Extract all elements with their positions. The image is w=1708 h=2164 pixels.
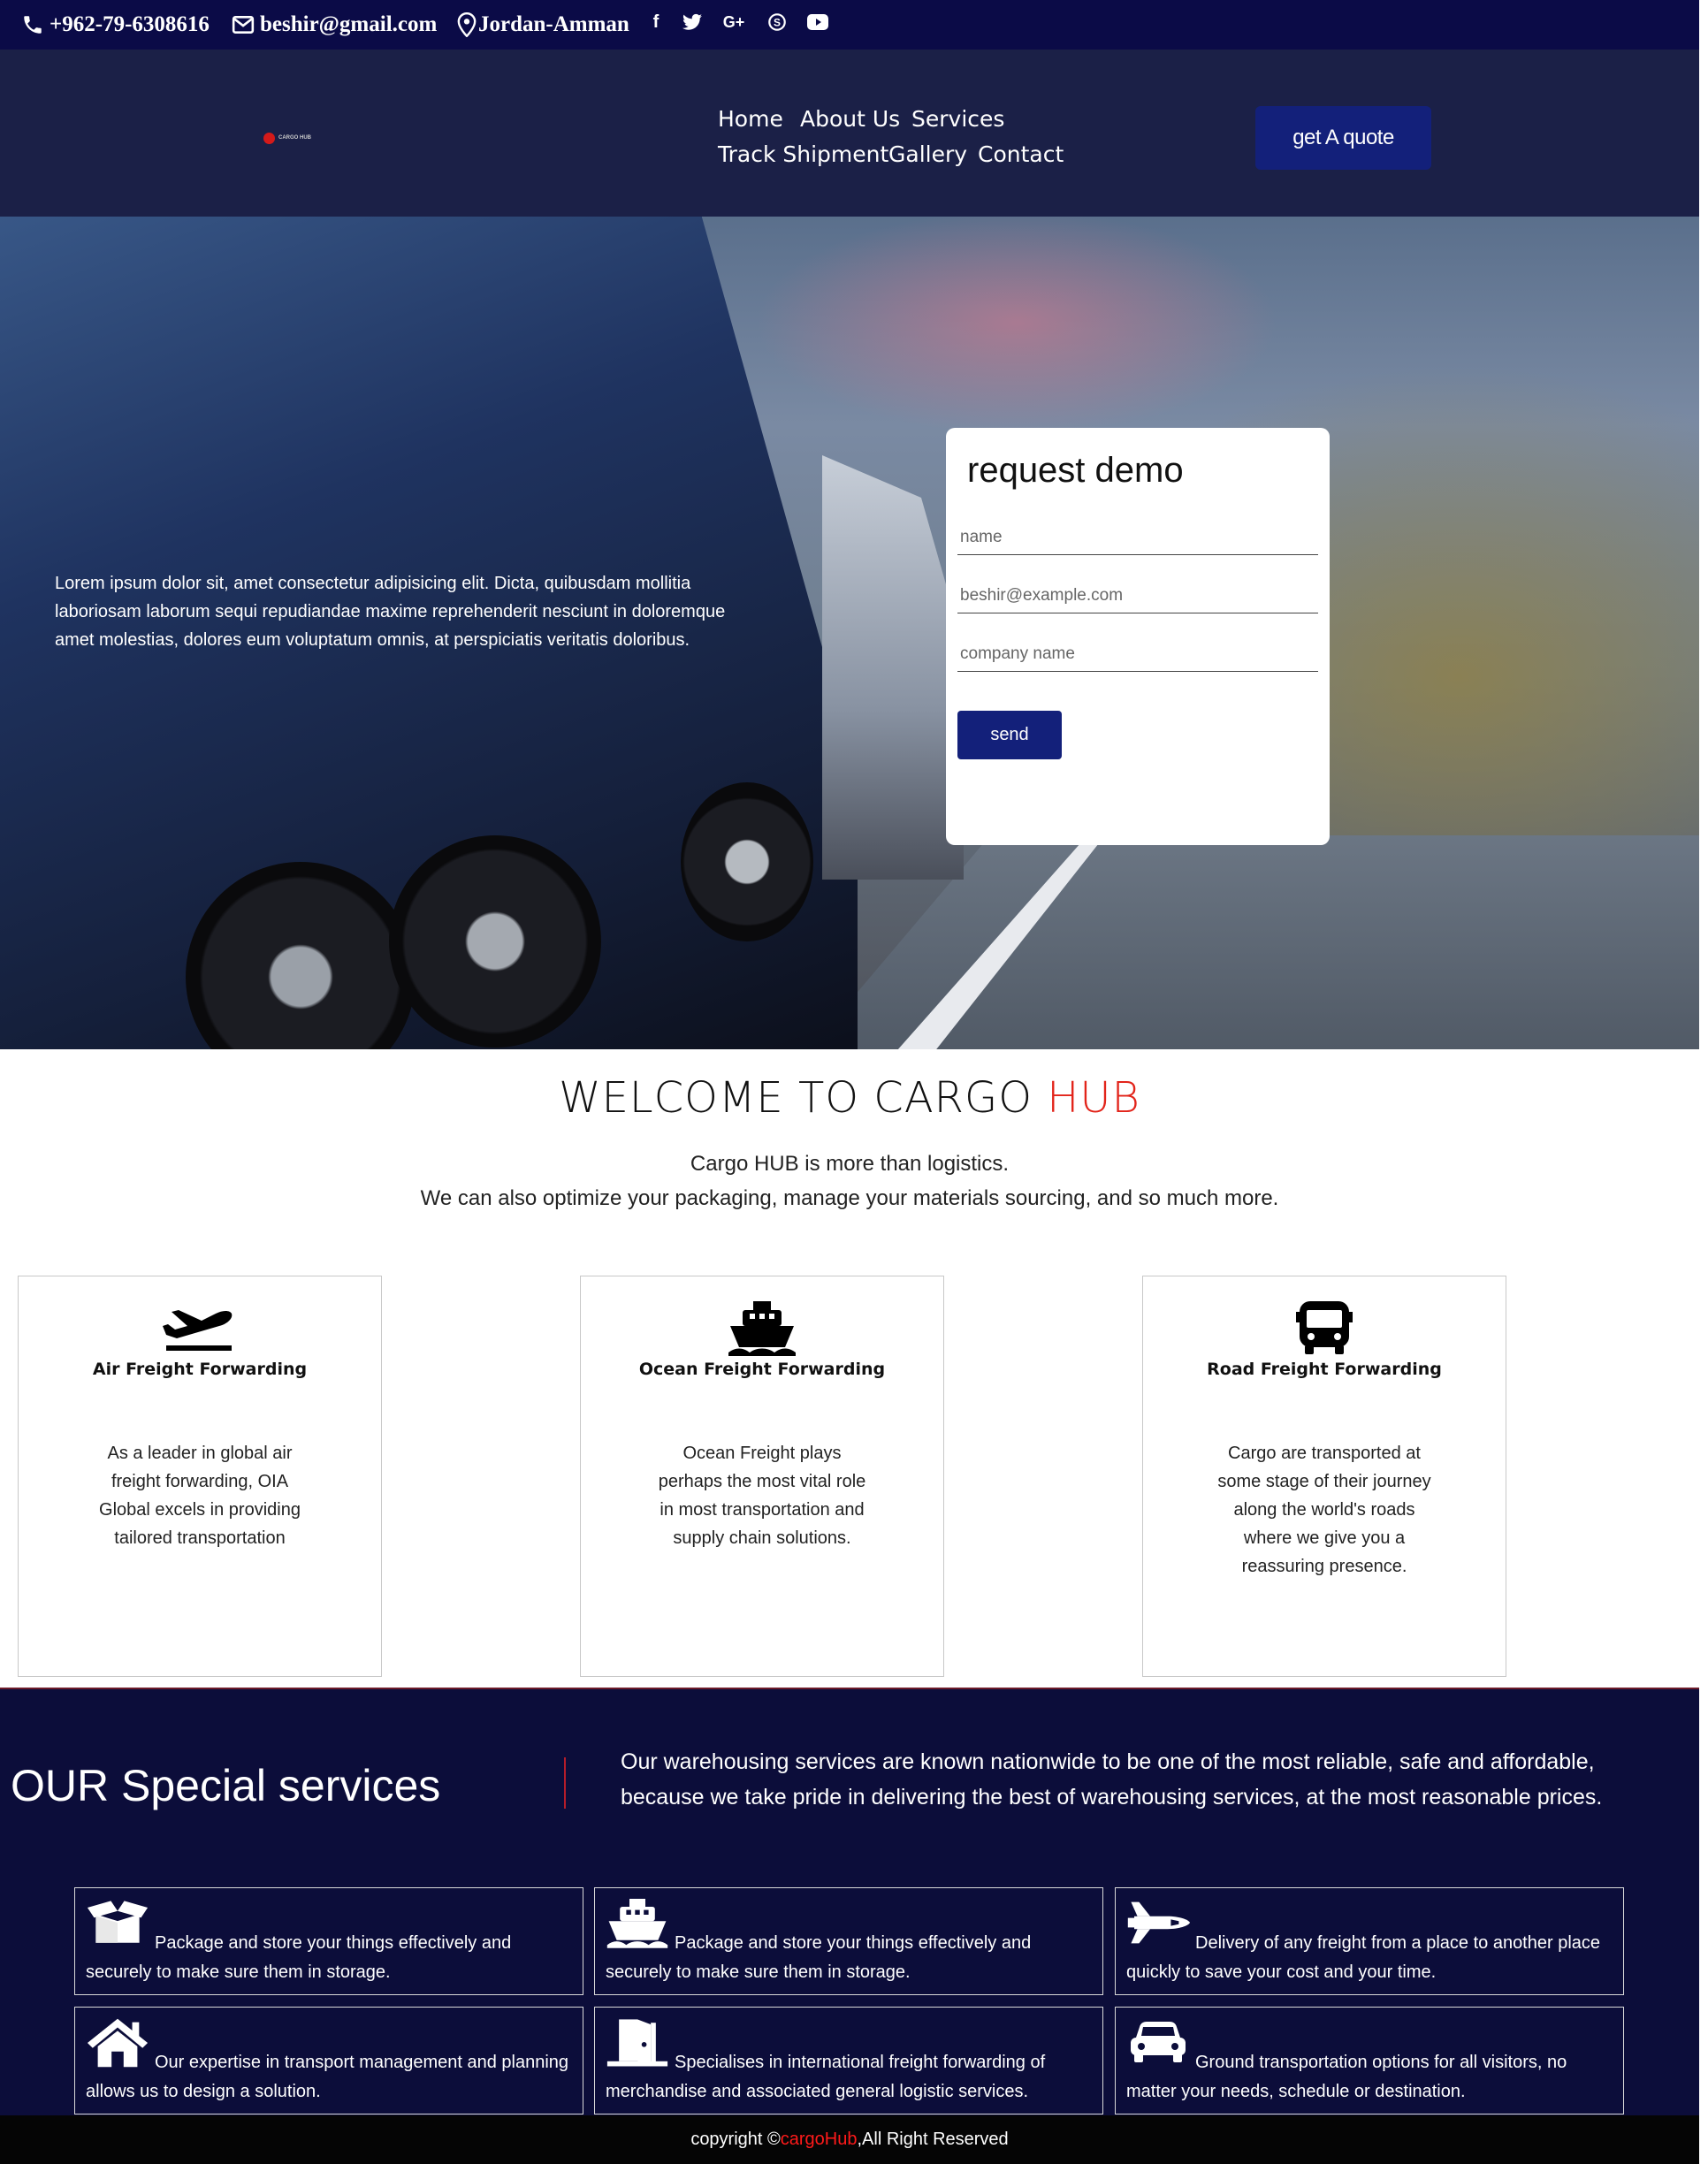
name-input[interactable] xyxy=(957,520,1318,555)
request-demo-form: request demo send xyxy=(946,428,1330,845)
nav-gallery[interactable]: Gallery xyxy=(888,141,967,167)
service-description: As a leader in global air freight forwar… xyxy=(99,1444,301,1548)
request-demo-title: request demo xyxy=(967,451,1184,490)
service-card-ocean: Ocean Freight Forwarding Ocean Freight p… xyxy=(580,1276,944,1677)
special-service-item: Ground transportation options for all vi… xyxy=(1115,2007,1624,2114)
logo-mark-icon xyxy=(263,132,275,144)
map-marker-icon xyxy=(457,12,477,37)
phone-icon xyxy=(24,16,42,34)
bus-icon xyxy=(1143,1299,1506,1356)
special-services-title: OUR Special services xyxy=(11,1761,441,1810)
special-service-item: Delivery of any freight from a place to … xyxy=(1115,1887,1624,1995)
hero-description: Lorem ipsum dolor sit, amet consectetur … xyxy=(55,574,726,650)
service-description: Ocean Freight plays perhaps the most vit… xyxy=(658,1444,866,1548)
special-service-text: Ground transportation options for all vi… xyxy=(1126,2053,1567,2101)
service-card-road: Road Freight Forwarding Cargo are transp… xyxy=(1142,1276,1506,1677)
welcome-title-main: WELCOME TO CARGO xyxy=(559,1073,1048,1123)
skype-icon[interactable]: S xyxy=(764,9,790,35)
special-service-item: Package and store your things effectivel… xyxy=(594,1887,1103,1995)
copyright-suffix: ,All Right Reserved xyxy=(857,2130,1009,2149)
welcome-line-1: Cargo HUB is more than logistics. xyxy=(690,1152,1010,1176)
special-service-item: Specialises in international freight for… xyxy=(594,2007,1103,2114)
send-button[interactable]: send xyxy=(957,711,1062,759)
special-service-text: Package and store your things effectivel… xyxy=(606,1933,1032,1982)
ship-icon xyxy=(581,1299,943,1356)
email-input[interactable] xyxy=(957,578,1318,613)
copyright-prefix: copyright © xyxy=(690,2130,781,2149)
special-service-text: Package and store your things effectivel… xyxy=(86,1933,512,1982)
nav-track-shipment[interactable]: Track Shipment xyxy=(718,141,888,167)
welcome-title-accent: HUB xyxy=(1047,1073,1140,1123)
door-open-icon xyxy=(606,2016,669,2068)
nav-home[interactable]: Home xyxy=(718,106,783,132)
space-shuttle-icon xyxy=(1126,1897,1190,1948)
email-address: beshir@gmail.com xyxy=(260,12,438,36)
ship-icon xyxy=(606,1897,669,1948)
phone-number: +962-79-6308616 xyxy=(50,12,210,36)
box-open-icon xyxy=(86,1897,149,1948)
section-divider xyxy=(564,1757,566,1809)
service-description: Cargo are transported at some stage of t… xyxy=(1217,1444,1431,1576)
car-icon xyxy=(1126,2016,1190,2068)
company-input[interactable] xyxy=(957,636,1318,672)
hero-truck-wheel xyxy=(389,835,601,1048)
welcome-line-2: We can also optimize your packaging, man… xyxy=(420,1186,1279,1210)
service-title: Road Freight Forwarding xyxy=(1207,1360,1442,1379)
footer-brand-link[interactable]: cargoHub xyxy=(781,2130,858,2150)
twitter-icon[interactable] xyxy=(679,9,705,35)
service-title: Air Freight Forwarding xyxy=(92,1360,308,1379)
svg-text:S: S xyxy=(774,17,781,29)
service-card-air: Air Freight Forwarding As a leader in gl… xyxy=(18,1276,382,1677)
google-plus-icon[interactable]: G+ xyxy=(721,9,747,35)
nav-contact[interactable]: Contact xyxy=(978,141,1064,167)
special-service-item: Package and store your things effectivel… xyxy=(74,1887,583,1995)
hero-truck-wheel xyxy=(681,782,813,941)
home-icon xyxy=(86,2016,149,2068)
nav-about-us[interactable]: About Us xyxy=(800,106,900,132)
envelope-icon xyxy=(232,16,255,34)
special-service-text: Our expertise in transport management an… xyxy=(86,2053,569,2101)
top-contact-bar: +962-79-6308616 beshir@gmail.com Jordan-… xyxy=(0,0,1699,50)
special-services-description: Our warehousing services are known natio… xyxy=(621,1749,1603,1810)
service-title: Ocean Freight Forwarding xyxy=(638,1360,886,1379)
facebook-icon[interactable]: f xyxy=(643,9,669,35)
phone-contact[interactable]: +962-79-6308616 xyxy=(21,0,210,50)
plane-departure-icon xyxy=(19,1299,381,1356)
location-text: Jordan-Amman xyxy=(478,12,629,36)
special-service-text: Specialises in international freight for… xyxy=(606,2053,1046,2101)
hero-truck-cab xyxy=(822,455,964,880)
nav-services[interactable]: Services xyxy=(911,106,1004,132)
get-quote-button[interactable]: get A quote xyxy=(1255,106,1431,170)
welcome-title: WELCOME TO CARGO HUB xyxy=(0,1073,1699,1123)
location-contact: Jordan-Amman xyxy=(457,0,629,50)
footer: copyright © cargoHub ,All Right Reserved xyxy=(0,2115,1699,2164)
youtube-icon[interactable] xyxy=(804,9,831,35)
special-service-item: Our expertise in transport management an… xyxy=(74,2007,583,2114)
email-contact[interactable]: beshir@gmail.com xyxy=(232,0,437,50)
logo-text: CARGO HUB xyxy=(278,134,311,141)
site-logo[interactable]: CARGO HUB xyxy=(263,131,324,145)
main-navbar xyxy=(0,50,1699,217)
special-service-text: Delivery of any freight from a place to … xyxy=(1126,1933,1601,1982)
